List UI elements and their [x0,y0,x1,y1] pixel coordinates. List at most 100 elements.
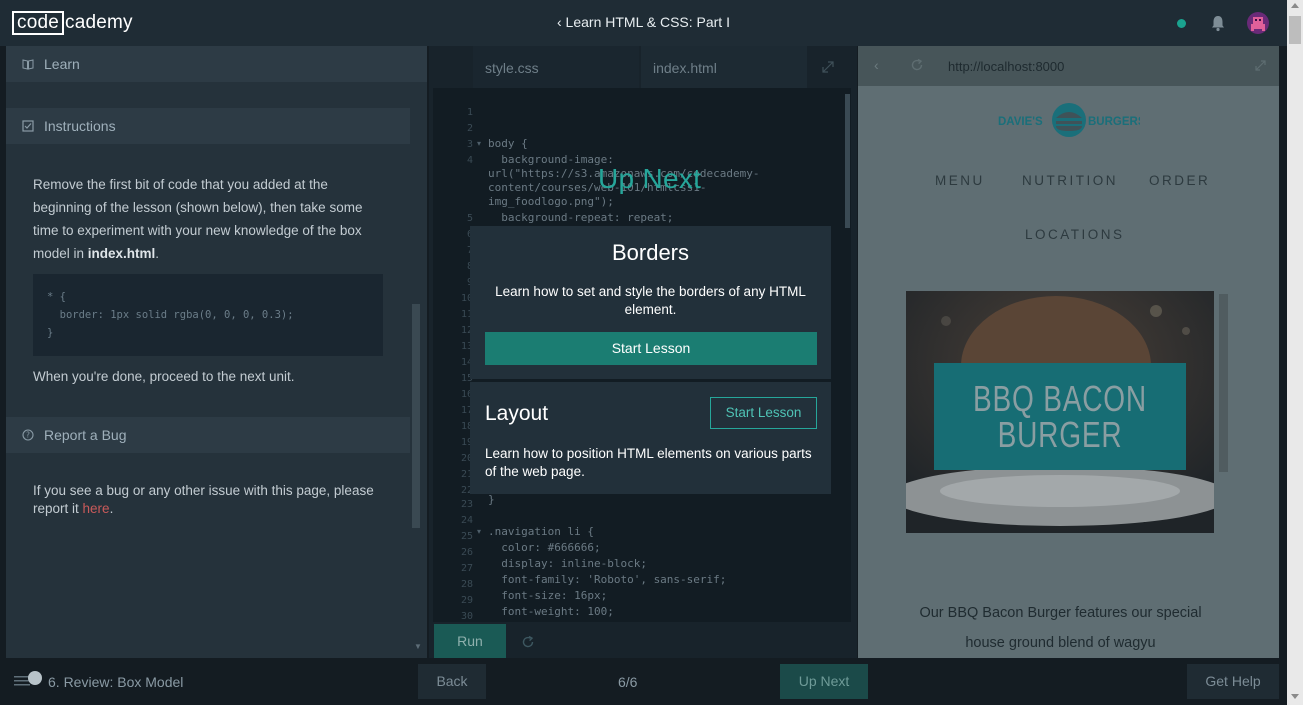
course-title[interactable]: ‹ Learn HTML & CSS: Part I [0,14,1287,30]
scroll-down-arrow-icon[interactable] [1291,694,1299,699]
line-number: 3 [466,139,473,150]
fold-arrow-icon[interactable]: ▾ [477,139,481,148]
instructions-label: Instructions [44,118,116,134]
nav-menu[interactable]: MENU [935,173,985,188]
instructions-text-after: . [155,246,160,261]
code-line: background-image: [488,153,614,166]
card-description: Learn how to set and style the borders o… [495,284,806,317]
hero-scrollbar[interactable] [1219,294,1228,472]
bug-text-end: . [109,501,114,516]
expand-icon[interactable] [821,60,835,74]
instructions-section-header[interactable]: Instructions [6,108,410,144]
hero-title-box: BBQ BACON BURGER [934,363,1186,470]
line-number: 17 [460,405,473,416]
code-line: * { [47,291,66,303]
avatar-icon [1251,17,1265,31]
card-title: Borders [611,240,690,265]
line-number: 10 [460,293,473,304]
bell-icon[interactable] [1209,14,1227,32]
left-panel-scrollbar[interactable] [412,304,420,528]
start-lesson-button[interactable]: Start Lesson [485,332,817,365]
checkbox-icon [22,120,34,132]
bottom-bar [0,658,1287,705]
code-line: } [488,493,495,506]
report-bug-label: Report a Bug [44,427,127,443]
fullscreen-icon[interactable] [1254,59,1267,72]
scroll-down-arrow-icon[interactable]: ▼ [414,642,422,651]
next-lesson-card-borders: Borders Learn how to set and style the b… [470,226,831,379]
nav-locations[interactable]: LOCATIONS [1025,227,1125,242]
run-button[interactable]: Run [434,624,506,658]
report-bug-section-header[interactable]: ? Report a Bug [6,417,410,453]
line-number: 19 [460,437,473,448]
line-number: 29 [460,595,473,606]
code-line: display: inline-block; [488,557,647,570]
editor-scrollbar[interactable] [845,94,850,228]
avatar[interactable] [1247,12,1269,34]
line-number: 28 [460,579,473,590]
burger-description: Our BBQ Bacon Burger features our specia… [919,605,1202,651]
line-number: 16 [460,389,473,400]
line-number: 20 [460,453,473,464]
line-number: 13 [460,341,473,352]
reload-icon[interactable] [910,58,924,72]
done-text: When you're done, proceed to the next un… [33,369,295,384]
line-number: 22 [460,485,473,496]
next-lesson-card-layout: Layout Start Lesson Learn how to positio… [470,382,831,494]
window-scrollbar-thumb[interactable] [1289,16,1301,44]
instructions-filename: index.html [87,246,156,261]
code-line: body { [488,137,528,150]
get-help-button[interactable]: Get Help [1187,664,1279,699]
back-button[interactable]: Back [418,664,486,699]
menu-toggle-icon[interactable] [14,670,44,690]
back-arrow-icon[interactable]: ‹ [874,57,879,73]
code-line: font-size: 16px; [488,589,608,602]
line-number: 1 [466,107,473,118]
status-dot-icon [1177,19,1186,28]
up-next-button[interactable]: Up Next [780,664,868,699]
bug-text: If you see a bug or any other issue with… [33,482,393,518]
svg-text:?: ? [26,431,30,440]
nav-order[interactable]: ORDER [1149,173,1210,188]
book-icon [22,59,34,70]
fold-arrow-icon[interactable]: ▾ [477,527,481,536]
line-number: 8 [433,261,473,272]
line-number: 5 [466,213,473,224]
tab-style-css[interactable]: style.css [473,46,639,88]
lesson-progress: 6/6 [618,674,638,690]
nav-nutrition[interactable]: NUTRITION [1022,173,1118,188]
lesson-name[interactable]: 6. Review: Box Model [48,674,183,690]
line-number: 11 [460,309,473,320]
line-number: 14 [460,357,473,368]
davies-burgers-logo[interactable]: DAVIE'S BURGERS [998,102,1140,138]
code-line: } [47,327,54,339]
report-bug-link[interactable]: here [83,501,110,516]
preview-url-bar: ‹ http://localhost:8000 [858,46,1279,86]
preview-url[interactable]: http://localhost:8000 [948,59,1064,74]
instructions-panel: Learn Instructions Remove the first bit … [6,46,427,658]
start-lesson-button[interactable]: Start Lesson [710,397,817,429]
card-description: Learn how to position HTML elements on v… [485,446,812,479]
learn-section-header[interactable]: Learn [6,46,427,82]
code-line: font-family: 'Roboto', sans-serif; [488,573,727,586]
line-number: 30 [460,611,473,622]
instructions-code-block: * { border: 1px solid rgba(0, 0, 0, 0.3)… [33,274,383,356]
scroll-up-arrow-icon[interactable] [1291,3,1299,8]
line-number: 15 [460,373,473,384]
browser-preview: ‹ http://localhost:8000 DAVIE'S BURGERS … [858,46,1279,658]
code-line: img_foodlogo.png"); [488,195,614,208]
card-title: Layout [485,402,549,425]
tab-index-html[interactable]: index.html [641,46,807,88]
instructions-text: Remove the first bit of code that you ad… [33,173,383,265]
code-line: background-repeat: repeat; [488,211,674,224]
window-scrollbar[interactable] [1287,0,1303,705]
hero-title-line2: BURGER [997,414,1123,455]
reset-icon[interactable] [521,635,535,649]
line-number: 23 [460,499,473,510]
line-number: 18 [460,421,473,432]
line-number: 25 [460,531,473,542]
site-name-left: DAVIE'S [998,116,1043,128]
instructions-text-before: Remove the first bit of code that you ad… [33,177,363,261]
line-number: 24 [460,515,473,526]
question-icon: ? [22,429,34,441]
